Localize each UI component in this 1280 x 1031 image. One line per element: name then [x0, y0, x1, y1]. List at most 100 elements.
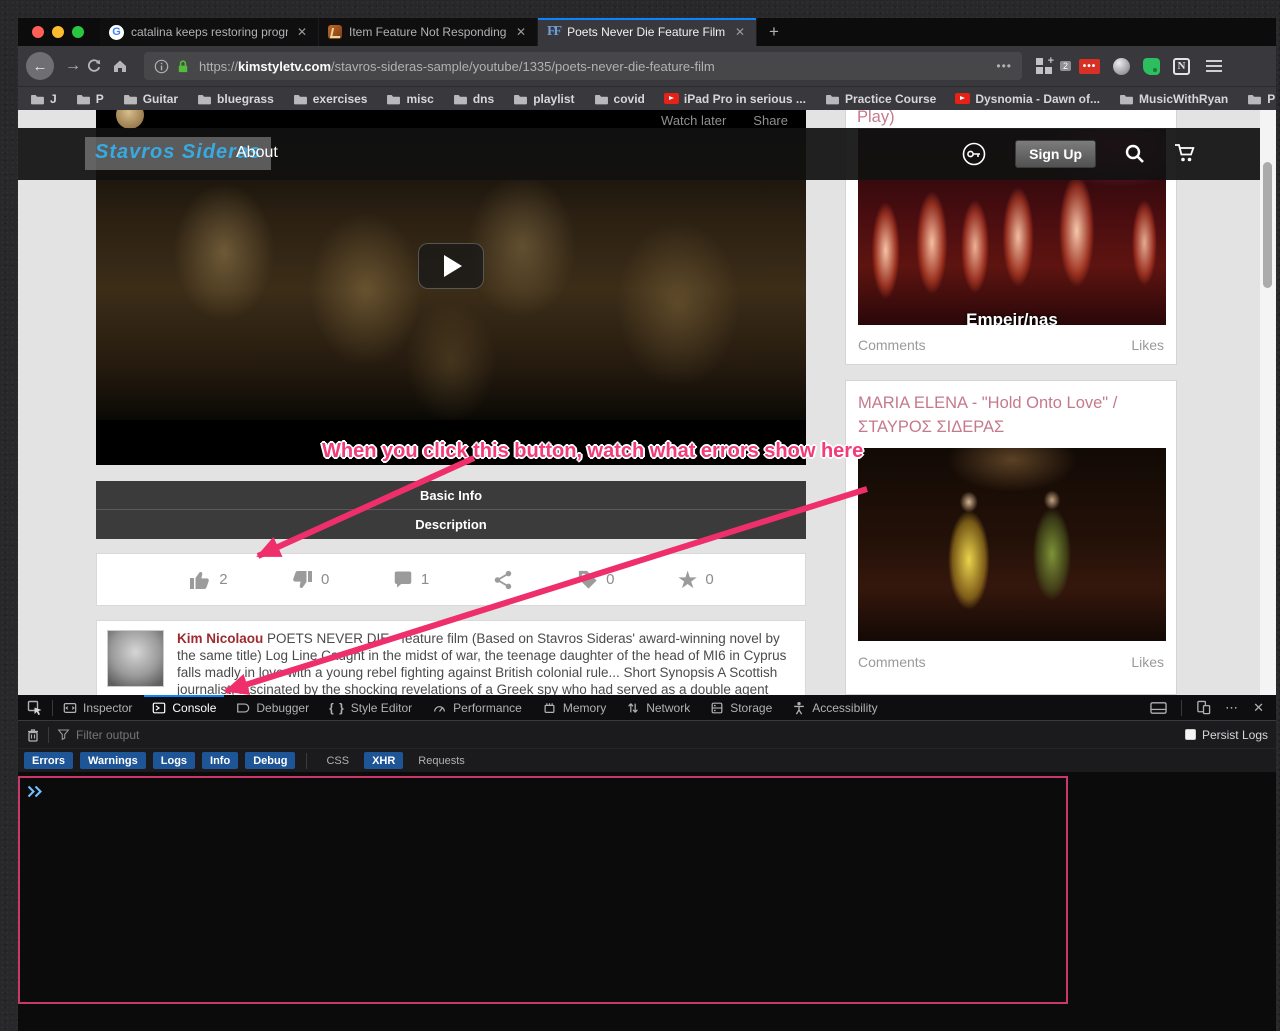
devtools-tab-style-editor[interactable]: { } Style Editor: [319, 695, 422, 720]
persist-logs-toggle[interactable]: Persist Logs: [1185, 728, 1268, 742]
minimize-window-button[interactable]: [52, 26, 64, 38]
description-tab[interactable]: Description: [96, 510, 806, 539]
folder-icon: [594, 93, 609, 105]
watch-later-button[interactable]: Watch later: [661, 113, 726, 128]
bookmark-youtube[interactable]: iPad Pro in serious ...: [664, 92, 806, 106]
devtools-menu-button[interactable]: ⋯: [1225, 700, 1239, 716]
bookmark-folder[interactable]: playlist: [513, 92, 574, 106]
favorite-button[interactable]: ★ 0: [677, 568, 714, 592]
filter-info[interactable]: Info: [202, 752, 238, 769]
comments-link[interactable]: Comments: [858, 337, 926, 353]
video-title-link[interactable]: MARIA ELENA - "Hold Onto Love" / ΣΤΑΥΡΟΣ…: [846, 381, 1176, 445]
folder-icon: [76, 93, 91, 105]
url-text[interactable]: https://kimstyletv.com/stavros-sideras-s…: [199, 59, 988, 74]
close-tab-icon[interactable]: ✕: [733, 25, 747, 39]
pick-element-icon: [27, 700, 43, 716]
https-lock-icon[interactable]: [176, 59, 190, 74]
comment-author[interactable]: Kim Nicolaou: [177, 631, 263, 646]
persist-logs-checkbox[interactable]: [1185, 729, 1196, 740]
forward-button[interactable]: →: [60, 57, 86, 75]
console-output[interactable]: [18, 772, 1276, 1031]
bookmark-folder[interactable]: misc: [386, 92, 433, 106]
basic-info-tab[interactable]: Basic Info: [96, 481, 806, 510]
close-tab-icon[interactable]: ✕: [295, 25, 309, 39]
extension-buttons: + 2 ••• N: [1036, 58, 1190, 75]
page-scrollbar[interactable]: [1260, 110, 1276, 695]
notion-extension-icon[interactable]: N: [1173, 58, 1190, 75]
split-console-icon[interactable]: [1150, 701, 1167, 715]
filter-warnings[interactable]: Warnings: [80, 752, 146, 769]
cart-icon[interactable]: [1174, 143, 1198, 165]
close-window-button[interactable]: [32, 26, 44, 38]
signup-button[interactable]: Sign Up: [1015, 140, 1096, 168]
tag-button[interactable]: 0: [576, 568, 614, 591]
devtools-tab-memory[interactable]: Memory: [532, 695, 616, 720]
reload-button[interactable]: [86, 58, 112, 74]
site-info-icon[interactable]: [154, 59, 169, 74]
devtools-tab-storage[interactable]: Storage: [700, 695, 782, 720]
responsive-design-icon[interactable]: [1196, 700, 1211, 715]
new-tab-button[interactable]: +: [757, 18, 791, 46]
devtools-tab-inspector[interactable]: Inspector: [53, 695, 142, 720]
bookmark-folder[interactable]: Guitar: [123, 92, 178, 106]
bookmark-youtube[interactable]: Dysnomia - Dawn of...: [955, 92, 1100, 106]
bookmark-folder[interactable]: covid: [594, 92, 645, 106]
search-icon[interactable]: [1124, 143, 1146, 165]
share-reaction-button[interactable]: [492, 569, 514, 591]
dislike-button[interactable]: 0: [290, 568, 329, 592]
bookmark-folder[interactable]: Practice Course: [825, 92, 936, 106]
comments-link[interactable]: Comments: [858, 654, 926, 670]
gray-extension-icon[interactable]: [1113, 58, 1130, 75]
tag-count: 0: [606, 571, 614, 588]
likes-link[interactable]: Likes: [1131, 337, 1164, 353]
bookmark-folder[interactable]: exercises: [293, 92, 368, 106]
filter-output-box[interactable]: [57, 728, 1185, 742]
bookmark-folder[interactable]: dns: [453, 92, 494, 106]
devtools-tab-network[interactable]: Network: [616, 695, 700, 720]
channel-avatar[interactable]: [116, 110, 144, 129]
play-button[interactable]: [418, 243, 484, 289]
commenter-avatar[interactable]: [107, 630, 164, 687]
bookmark-folder[interactable]: P: [76, 92, 104, 106]
filter-debug[interactable]: Debug: [245, 752, 295, 769]
filter-logs[interactable]: Logs: [153, 752, 195, 769]
url-bar[interactable]: https://kimstyletv.com/stavros-sideras-s…: [144, 52, 1022, 80]
lastpass-extension-icon[interactable]: •••: [1079, 59, 1100, 74]
page-viewport: Watch later Share Play) Empeir/nas Comme…: [18, 110, 1276, 695]
devtools-tab-console[interactable]: Console: [142, 695, 226, 720]
bookmark-folder[interactable]: J: [30, 92, 57, 106]
evernote-extension-icon[interactable]: [1143, 58, 1160, 75]
login-key-icon[interactable]: [961, 141, 987, 167]
home-button[interactable]: [112, 58, 138, 74]
video-thumbnail[interactable]: [858, 448, 1166, 641]
tab-poets-never-die[interactable]: FF Poets Never Die Feature Film - ✕: [538, 18, 757, 46]
bookmark-folder[interactable]: bluegrass: [197, 92, 274, 106]
back-button[interactable]: ←: [26, 52, 54, 80]
zoom-window-button[interactable]: [72, 26, 84, 38]
devtools-tab-debugger[interactable]: Debugger: [226, 695, 319, 720]
tab-item-feature[interactable]: Item Feature Not Responding - ✕: [319, 18, 538, 46]
bookmark-folder[interactable]: Preply: [1247, 92, 1276, 106]
grid-plus-extension-icon[interactable]: +: [1036, 58, 1053, 75]
comment-button[interactable]: 1: [392, 569, 429, 591]
clear-console-icon[interactable]: [26, 727, 40, 743]
filter-xhr[interactable]: XHR: [364, 752, 403, 769]
devtools-tab-accessibility[interactable]: Accessibility: [782, 695, 887, 720]
close-tab-icon[interactable]: ✕: [514, 25, 528, 39]
filter-css[interactable]: CSS: [318, 752, 357, 769]
like-button[interactable]: 2: [188, 568, 227, 592]
devtools-close-button[interactable]: ✕: [1253, 700, 1264, 716]
share-button[interactable]: Share: [753, 113, 788, 128]
filter-requests[interactable]: Requests: [410, 752, 472, 769]
page-actions-button[interactable]: •••: [996, 59, 1012, 73]
filter-output-input[interactable]: [76, 728, 376, 742]
pick-element-button[interactable]: [18, 700, 52, 716]
tab-catalina[interactable]: G catalina keeps restoring progra ✕: [100, 18, 319, 46]
bookmark-folder[interactable]: MusicWithRyan: [1119, 92, 1228, 106]
nav-about-link[interactable]: About: [236, 144, 278, 162]
filter-errors[interactable]: Errors: [24, 752, 73, 769]
devtools-tab-performance[interactable]: Performance: [422, 695, 532, 720]
likes-link[interactable]: Likes: [1131, 654, 1164, 670]
scrollbar-thumb[interactable]: [1263, 162, 1272, 288]
menu-button[interactable]: [1206, 57, 1222, 75]
